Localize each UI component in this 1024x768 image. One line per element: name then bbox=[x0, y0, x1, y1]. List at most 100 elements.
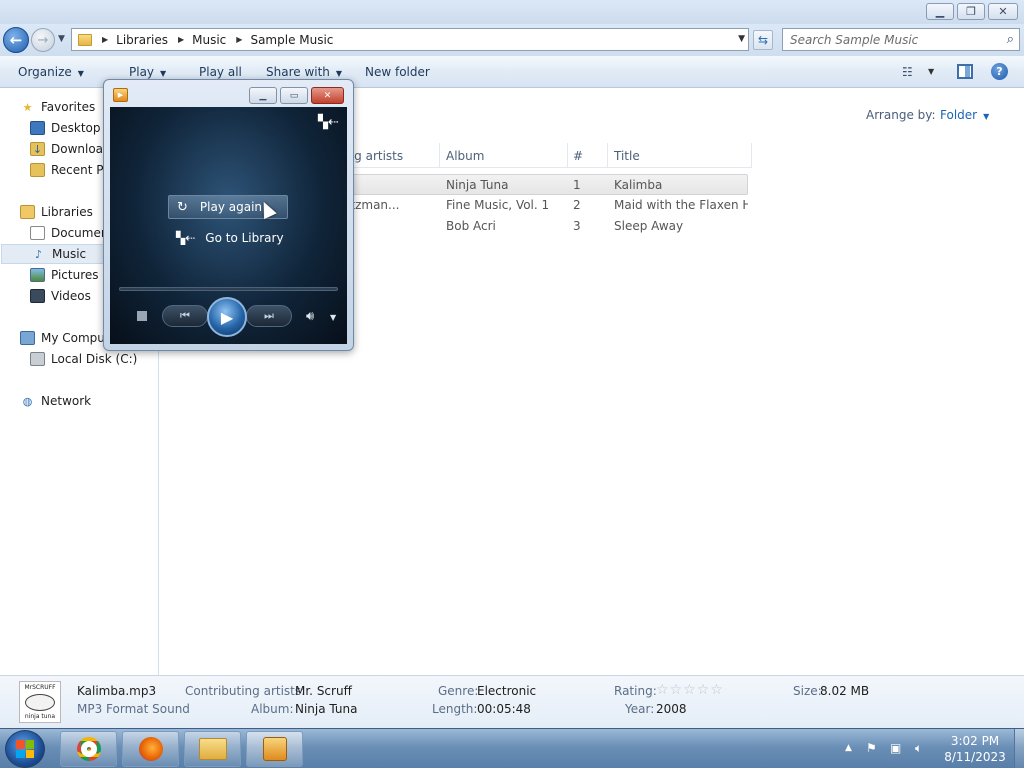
details-genre-value[interactable]: Electronic bbox=[477, 684, 536, 698]
cell-title: Maid with the Flaxen H... bbox=[614, 198, 748, 212]
star-icon[interactable]: ☆ bbox=[656, 682, 669, 698]
nav-downloads[interactable]: ↓ Downloads bbox=[30, 139, 105, 159]
new-folder-button[interactable]: New folder bbox=[365, 65, 430, 79]
details-year-value[interactable]: 2008 bbox=[656, 702, 687, 716]
breadcrumb-music[interactable]: Music bbox=[192, 33, 226, 47]
organize-button[interactable]: Organize ▼ bbox=[18, 65, 84, 79]
preview-pane-icon[interactable] bbox=[957, 64, 973, 79]
arrange-by-dropdown[interactable]: Folder ▼ bbox=[940, 108, 989, 122]
chrome-icon bbox=[76, 737, 101, 761]
nav-recent-places[interactable]: Recent Places bbox=[30, 160, 105, 180]
volume-icon[interactable]: 🔊︎ bbox=[306, 309, 314, 324]
play-button[interactable]: Play ▼ bbox=[129, 65, 166, 79]
cell-number: 2 bbox=[573, 198, 581, 212]
player-minimize-button[interactable]: ▁ bbox=[249, 87, 277, 104]
volume-muted-icon[interactable]: 🔈︎ bbox=[915, 741, 931, 755]
arrange-by-value: Folder bbox=[940, 108, 978, 122]
player-close-button[interactable]: ✕ bbox=[311, 87, 344, 104]
column-header-album[interactable]: Album bbox=[446, 149, 484, 163]
breadcrumb-libraries[interactable]: Libraries bbox=[116, 33, 168, 47]
next-button[interactable]: ⏭ bbox=[246, 305, 292, 327]
forward-button[interactable]: → bbox=[31, 28, 55, 52]
nav-libraries[interactable]: Libraries bbox=[20, 202, 93, 222]
folder-icon bbox=[78, 33, 92, 46]
volume-dropdown-icon[interactable]: ▼ bbox=[330, 313, 336, 322]
organize-label: Organize bbox=[18, 65, 72, 79]
views-icon[interactable]: ☷ bbox=[902, 65, 913, 79]
column-divider[interactable] bbox=[567, 143, 568, 168]
address-bar[interactable]: ▶ Libraries ▶ Music ▶ Sample Music ▼ bbox=[71, 28, 749, 51]
star-icon[interactable]: ☆ bbox=[710, 682, 723, 698]
search-placeholder: Search Sample Music bbox=[790, 32, 919, 47]
nav-network[interactable]: ◍ Network bbox=[20, 391, 91, 411]
refresh-button[interactable]: ⇆ bbox=[753, 30, 773, 50]
windows-logo-icon bbox=[16, 740, 34, 758]
show-desktop-button[interactable] bbox=[1014, 729, 1024, 768]
star-icon[interactable]: ☆ bbox=[670, 682, 683, 698]
breadcrumb-sample-music[interactable]: Sample Music bbox=[250, 33, 333, 47]
column-header-number[interactable]: # bbox=[573, 149, 583, 163]
chevron-right-icon[interactable]: ▶ bbox=[178, 35, 184, 44]
nav-pictures[interactable]: Pictures bbox=[30, 265, 99, 285]
start-button[interactable] bbox=[5, 730, 45, 768]
player-maximize-button[interactable]: ▭ bbox=[280, 87, 308, 104]
chevron-right-icon[interactable]: ▶ bbox=[236, 35, 242, 44]
nav-label: Local Disk (C:) bbox=[51, 352, 138, 366]
nav-label: Videos bbox=[51, 289, 91, 303]
action-center-icon[interactable]: ⚑ bbox=[866, 741, 882, 755]
rating-stars[interactable]: ☆☆☆☆☆ bbox=[656, 682, 724, 698]
column-divider[interactable] bbox=[439, 143, 440, 168]
restore-button[interactable]: ❐ bbox=[957, 3, 985, 20]
column-divider[interactable] bbox=[751, 143, 752, 168]
close-button[interactable]: ✕ bbox=[988, 3, 1018, 20]
play-button[interactable]: ▶ bbox=[207, 297, 247, 337]
stop-button[interactable] bbox=[137, 311, 147, 321]
column-header-title[interactable]: Title bbox=[614, 149, 640, 163]
cell-title: Kalimba bbox=[614, 178, 663, 192]
details-artists-value[interactable]: Mr. Scruff bbox=[295, 684, 352, 698]
details-album-value[interactable]: Ninja Tuna bbox=[295, 702, 358, 716]
minimize-button[interactable]: ▁ bbox=[926, 3, 954, 20]
details-album-label: Album: bbox=[251, 702, 294, 716]
network-tray-icon[interactable]: ▣ bbox=[890, 741, 906, 755]
nav-documents[interactable]: Documents bbox=[30, 223, 105, 243]
taskbar-explorer[interactable] bbox=[184, 731, 241, 767]
media-player-icon: ▶ bbox=[113, 88, 128, 102]
nav-local-disk[interactable]: Local Disk (C:) bbox=[30, 349, 137, 369]
nav-favorites[interactable]: ★ Favorites bbox=[20, 97, 96, 117]
taskbar-firefox[interactable] bbox=[122, 731, 179, 767]
search-icon[interactable]: ⌕ bbox=[1007, 32, 1014, 47]
nav-my-computer[interactable]: My Computer bbox=[20, 328, 105, 348]
nav-desktop[interactable]: Desktop bbox=[30, 118, 101, 138]
switch-to-library-icon[interactable]: ▚⇠ bbox=[318, 115, 339, 130]
star-icon[interactable]: ☆ bbox=[697, 682, 710, 698]
go-to-library-label: Go to Library bbox=[205, 231, 284, 245]
details-year-label: Year: bbox=[625, 702, 655, 716]
back-button[interactable]: ← bbox=[3, 27, 29, 53]
music-note-icon: ♪ bbox=[34, 247, 43, 261]
clock-date: 8/11/2023 bbox=[944, 750, 1006, 764]
nav-videos[interactable]: Videos bbox=[30, 286, 91, 306]
media-player-icon bbox=[262, 737, 287, 761]
taskbar-media-player[interactable] bbox=[246, 731, 303, 767]
system-clock[interactable]: 3:02 PM 8/11/2023 bbox=[940, 733, 1010, 765]
star-icon[interactable]: ☆ bbox=[683, 682, 696, 698]
star-icon: ★ bbox=[22, 100, 33, 114]
go-to-library-button[interactable]: ▚⇠ Go to Library bbox=[168, 227, 298, 249]
nav-label: Recent Places bbox=[51, 163, 105, 177]
address-dropdown-icon[interactable]: ▼ bbox=[738, 34, 745, 44]
play-all-button[interactable]: Play all bbox=[199, 65, 242, 79]
details-length-value: 00:05:48 bbox=[477, 702, 531, 716]
details-rating-label: Rating: bbox=[614, 684, 657, 698]
help-icon[interactable]: ? bbox=[991, 63, 1008, 80]
history-dropdown-icon[interactable]: ▼ bbox=[58, 34, 65, 44]
views-dropdown-icon[interactable]: ▼ bbox=[928, 67, 934, 76]
seek-bar[interactable] bbox=[119, 287, 338, 291]
taskbar-chrome[interactable] bbox=[60, 731, 117, 767]
search-input[interactable]: Search Sample Music ⌕ bbox=[782, 28, 1020, 51]
share-with-button[interactable]: Share with ▼ bbox=[266, 65, 342, 79]
column-divider[interactable] bbox=[607, 143, 608, 168]
show-hidden-icons-icon[interactable]: ▲ bbox=[845, 743, 852, 753]
chevron-right-icon[interactable]: ▶ bbox=[102, 35, 108, 44]
previous-button[interactable]: ⏮ bbox=[162, 305, 208, 327]
